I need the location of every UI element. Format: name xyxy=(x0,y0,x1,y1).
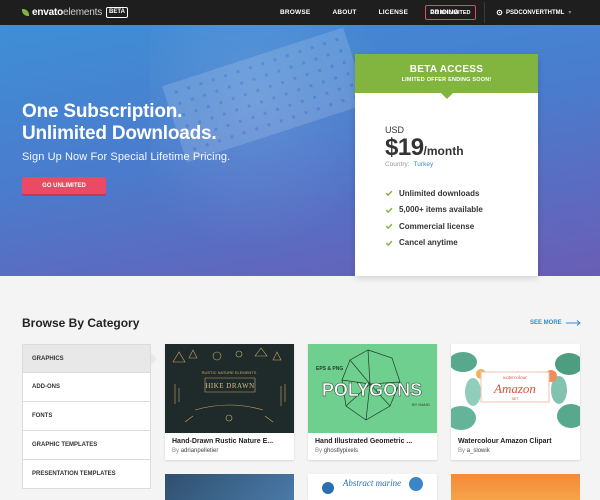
nav-divider xyxy=(484,2,485,23)
chevron-down-icon: ▾ xyxy=(568,10,572,16)
nav-browse[interactable]: BROWSE xyxy=(280,9,310,16)
hero-go-unlimited-button[interactable]: GO UNLIMITED xyxy=(22,177,106,194)
see-more-link[interactable]: SEE MORE xyxy=(530,320,582,326)
arrow-right-icon xyxy=(565,320,581,326)
category-graphic-templates[interactable]: GRAPHIC TEMPLATES xyxy=(22,431,151,460)
category-list: GRAPHICS ADD-ONS FONTS GRAPHIC TEMPLATES… xyxy=(22,344,157,489)
item-author: By ghostlypixels xyxy=(315,448,359,454)
gear-icon xyxy=(496,9,503,16)
item-thumbnail[interactable]: EPS & PNG POLYGONS BY HAND xyxy=(308,344,437,433)
hero-subtitle: Sign Up Now For Special Lifetime Pricing… xyxy=(22,151,231,163)
item-thumbnail[interactable]: Abstract marine xyxy=(308,474,437,500)
feature-item: 5,000+ items available xyxy=(385,202,483,219)
top-nav: envatoelements BETA BROWSE ABOUT LICENSE… xyxy=(0,0,600,25)
author-link[interactable]: a_slowik xyxy=(467,448,490,454)
item-thumbnail[interactable]: watercolour Amazon SET xyxy=(451,344,580,433)
svg-text:EPS & PNG: EPS & PNG xyxy=(316,366,343,372)
item-title[interactable]: Hand Illustrated Geometric ... xyxy=(308,433,437,445)
svg-text:HIKE DRAWN: HIKE DRAWN xyxy=(205,382,254,390)
country-link[interactable]: Turkey xyxy=(414,161,434,168)
check-icon xyxy=(385,190,393,197)
author-link[interactable]: adrianpelletier xyxy=(181,448,219,454)
svg-text:BY HAND: BY HAND xyxy=(412,402,430,407)
price: $19/month xyxy=(385,134,464,161)
logo-text: envatoelements xyxy=(32,7,103,18)
item-card[interactable]: HIKE DRAWN RUSTIC NATURE ELEMENTS Hand-D… xyxy=(165,344,294,460)
item-thumbnail[interactable] xyxy=(451,474,580,500)
svg-text:Abstract marine: Abstract marine xyxy=(342,478,401,488)
item-author: By adrianpelletier xyxy=(172,448,219,454)
item-card[interactable]: EPS & PNG POLYGONS BY HAND Hand Illustra… xyxy=(308,344,437,460)
feature-item: Unlimited downloads xyxy=(385,185,483,202)
browse-title: Browse By Category xyxy=(22,316,140,330)
feature-item: Cancel anytime xyxy=(385,235,483,252)
category-add-ons[interactable]: ADD-ONS xyxy=(22,373,151,402)
leaf-icon xyxy=(22,9,29,16)
user-name: PSDCONVERTHTML xyxy=(506,9,565,16)
item-thumbnail[interactable] xyxy=(165,474,294,500)
hero-title: One Subscription. Unlimited Downloads. xyxy=(22,101,217,144)
check-icon xyxy=(385,223,393,230)
envato-elements-logo[interactable]: envatoelements BETA xyxy=(22,7,128,18)
pricing-card-title: BETA ACCESS xyxy=(409,64,484,75)
user-menu[interactable]: PSDCONVERTHTML ▾ xyxy=(496,0,571,25)
svg-text:Amazon: Amazon xyxy=(493,381,536,396)
svg-text:POLYGONS: POLYGONS xyxy=(322,380,422,400)
item-title[interactable]: Hand-Drawn Rustic Nature E... xyxy=(165,433,294,445)
beta-badge: BETA xyxy=(106,7,128,18)
nav-license[interactable]: LICENSE xyxy=(379,9,409,16)
category-fonts[interactable]: FONTS xyxy=(22,402,151,431)
nav-about[interactable]: ABOUT xyxy=(332,9,356,16)
item-author: By a_slowik xyxy=(458,448,490,454)
category-presentation-templates[interactable]: PRESENTATION TEMPLATES xyxy=(22,460,151,489)
author-link[interactable]: ghostlypixels xyxy=(324,448,358,454)
thumb-label: RUSTIC NATURE ELEMENTS xyxy=(202,370,257,375)
pricing-card-header: BETA ACCESS LIMITED OFFER ENDING SOON! xyxy=(355,54,538,93)
pricing-card-notch xyxy=(441,93,453,99)
pricing-card: BETA ACCESS LIMITED OFFER ENDING SOON! U… xyxy=(355,54,538,276)
category-graphics[interactable]: GRAPHICS xyxy=(22,344,157,373)
pricing-card-subtitle: LIMITED OFFER ENDING SOON! xyxy=(401,77,492,83)
nav-go-unlimited-button[interactable]: GO UNLIMITED xyxy=(425,5,476,20)
item-card[interactable]: watercolour Amazon SET Watercolour Amazo… xyxy=(451,344,580,460)
item-title[interactable]: Watercolour Amazon Clipart xyxy=(451,433,580,445)
feature-list: Unlimited downloads 5,000+ items availab… xyxy=(385,185,483,251)
country-row: Country: Turkey xyxy=(385,161,434,168)
check-icon xyxy=(385,207,393,213)
feature-item: Commercial license xyxy=(385,218,483,235)
item-thumbnail[interactable]: HIKE DRAWN RUSTIC NATURE ELEMENTS xyxy=(165,344,294,433)
svg-text:SET: SET xyxy=(512,397,520,401)
check-icon xyxy=(385,240,393,246)
